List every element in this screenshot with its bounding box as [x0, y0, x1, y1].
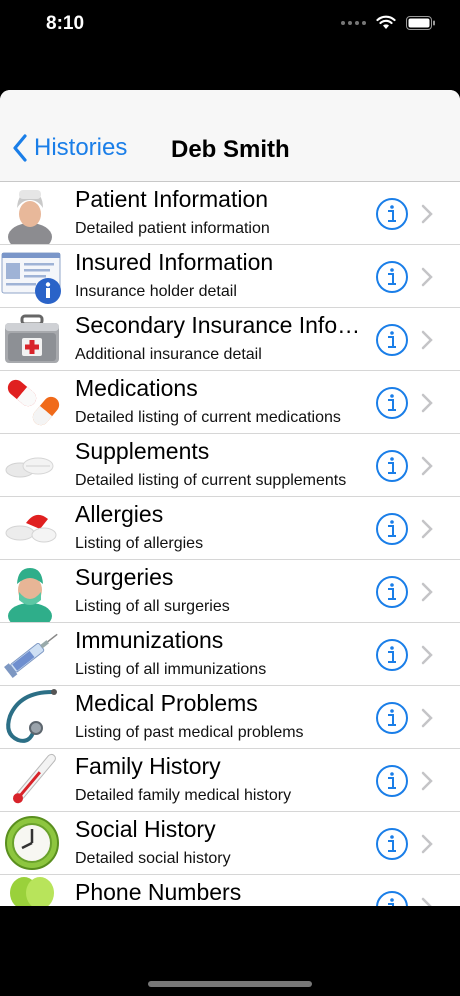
- patient-icon: [8, 190, 52, 244]
- list-item-insured-information[interactable]: Insured Information Insurance holder det…: [0, 245, 460, 308]
- row-subtitle: Insurance holder detail: [75, 283, 237, 300]
- row-title: Supplements: [75, 438, 210, 464]
- sheet: Histories Deb Smith Patient Information …: [0, 90, 460, 906]
- chevron-right-icon: [421, 267, 433, 287]
- capsule-pills-icon: [7, 379, 60, 426]
- info-icon[interactable]: [375, 701, 409, 735]
- info-icon[interactable]: [375, 575, 409, 609]
- row-subtitle: Detailed listing of current supplements: [75, 472, 347, 489]
- row-subtitle: Listing of past medical problems: [75, 724, 304, 741]
- list-item-surgeries[interactable]: Surgeries Listing of all surgeries: [0, 560, 460, 623]
- tablets-icon: [5, 457, 54, 478]
- chevron-right-icon: [421, 393, 433, 413]
- row-subtitle: Detailed family medical history: [75, 787, 292, 804]
- syringe-icon: [4, 633, 58, 678]
- chevron-right-icon: [421, 582, 433, 602]
- row-title: Allergies: [75, 501, 164, 527]
- row-title: Insured Information: [75, 249, 274, 275]
- chevron-right-icon: [421, 771, 433, 791]
- thermometer-icon: [12, 753, 56, 804]
- row-subtitle: Additional insurance detail: [75, 346, 262, 363]
- list-item-phone-numbers[interactable]: Phone Numbers: [0, 875, 460, 906]
- back-label: Histories: [34, 134, 128, 161]
- first-aid-kit-icon: [5, 314, 59, 363]
- allergy-pill-icon: [5, 514, 57, 543]
- row-subtitle: Listing of allergies: [75, 535, 204, 552]
- back-button[interactable]: Histories: [12, 134, 127, 162]
- info-icon[interactable]: [375, 323, 409, 357]
- list-item-immunizations[interactable]: Immunizations Listing of all immunizatio…: [0, 623, 460, 686]
- stethoscope-icon: [6, 689, 57, 743]
- chevron-right-icon: [421, 708, 433, 728]
- row-title: Medications: [75, 375, 198, 401]
- info-icon[interactable]: [375, 827, 409, 861]
- signal-dots-icon: [341, 20, 366, 25]
- info-icon[interactable]: [375, 764, 409, 798]
- chevron-right-icon: [421, 897, 432, 906]
- row-title: Immunizations: [75, 627, 224, 653]
- chevron-right-icon: [421, 204, 433, 224]
- status-icons: [341, 15, 436, 30]
- list-item-social-history[interactable]: Social History Detailed social history: [0, 812, 460, 875]
- clock-icon: [5, 816, 59, 870]
- row-title: Family History: [75, 753, 221, 779]
- row-subtitle: Detailed listing of current medications: [75, 409, 341, 426]
- row-title: Phone Numbers: [75, 879, 242, 905]
- info-icon[interactable]: [375, 260, 409, 294]
- chevron-right-icon: [421, 456, 433, 476]
- back-chevron-icon: [13, 134, 27, 162]
- row-subtitle: Listing of all immunizations: [75, 661, 267, 678]
- info-icon[interactable]: [375, 386, 409, 420]
- info-icon[interactable]: [375, 890, 409, 906]
- info-icon[interactable]: [375, 638, 409, 672]
- status-bar: 8:10: [0, 0, 460, 52]
- list-item-medical-problems[interactable]: Medical Problems Listing of past medical…: [0, 686, 460, 749]
- wifi-icon: [376, 15, 396, 29]
- list-item-medications[interactable]: Medications Detailed listing of current …: [0, 371, 460, 434]
- navigation-bar: Histories Deb Smith: [0, 90, 460, 182]
- info-icon[interactable]: [375, 512, 409, 546]
- list-item-family-history[interactable]: Family History Detailed family medical h…: [0, 749, 460, 812]
- row-title: Social History: [75, 816, 216, 842]
- info-icon[interactable]: [375, 449, 409, 483]
- list-item-supplements[interactable]: Supplements Detailed listing of current …: [0, 434, 460, 497]
- list-item-allergies[interactable]: Allergies Listing of allergies: [0, 497, 460, 560]
- surgeon-icon: [8, 568, 52, 622]
- status-time: 8:10: [46, 13, 85, 34]
- home-indicator[interactable]: [148, 981, 312, 987]
- row-title: Surgeries: [75, 564, 174, 590]
- chevron-right-icon: [421, 519, 433, 539]
- history-list: Patient Information Detailed patient inf…: [0, 182, 460, 906]
- info-icon[interactable]: [375, 197, 409, 231]
- row-subtitle: Listing of all surgeries: [75, 598, 230, 615]
- phone-icon: [10, 877, 54, 906]
- row-subtitle: Detailed patient information: [75, 220, 270, 237]
- row-subtitle: Detailed social history: [75, 850, 231, 867]
- list-item-secondary-insurance[interactable]: Secondary Insurance Info… Additional ins…: [0, 308, 460, 371]
- chevron-right-icon: [421, 645, 433, 665]
- page-title: Deb Smith: [171, 136, 290, 163]
- battery-icon: [406, 15, 435, 30]
- list-item-patient-information[interactable]: Patient Information Detailed patient inf…: [0, 182, 460, 245]
- row-title: Secondary Insurance Info…: [75, 312, 361, 338]
- chevron-right-icon: [421, 834, 433, 854]
- row-title: Medical Problems: [75, 690, 258, 716]
- chevron-right-icon: [421, 330, 433, 350]
- insurance-card-icon: [1, 252, 61, 304]
- row-title: Patient Information: [75, 186, 269, 212]
